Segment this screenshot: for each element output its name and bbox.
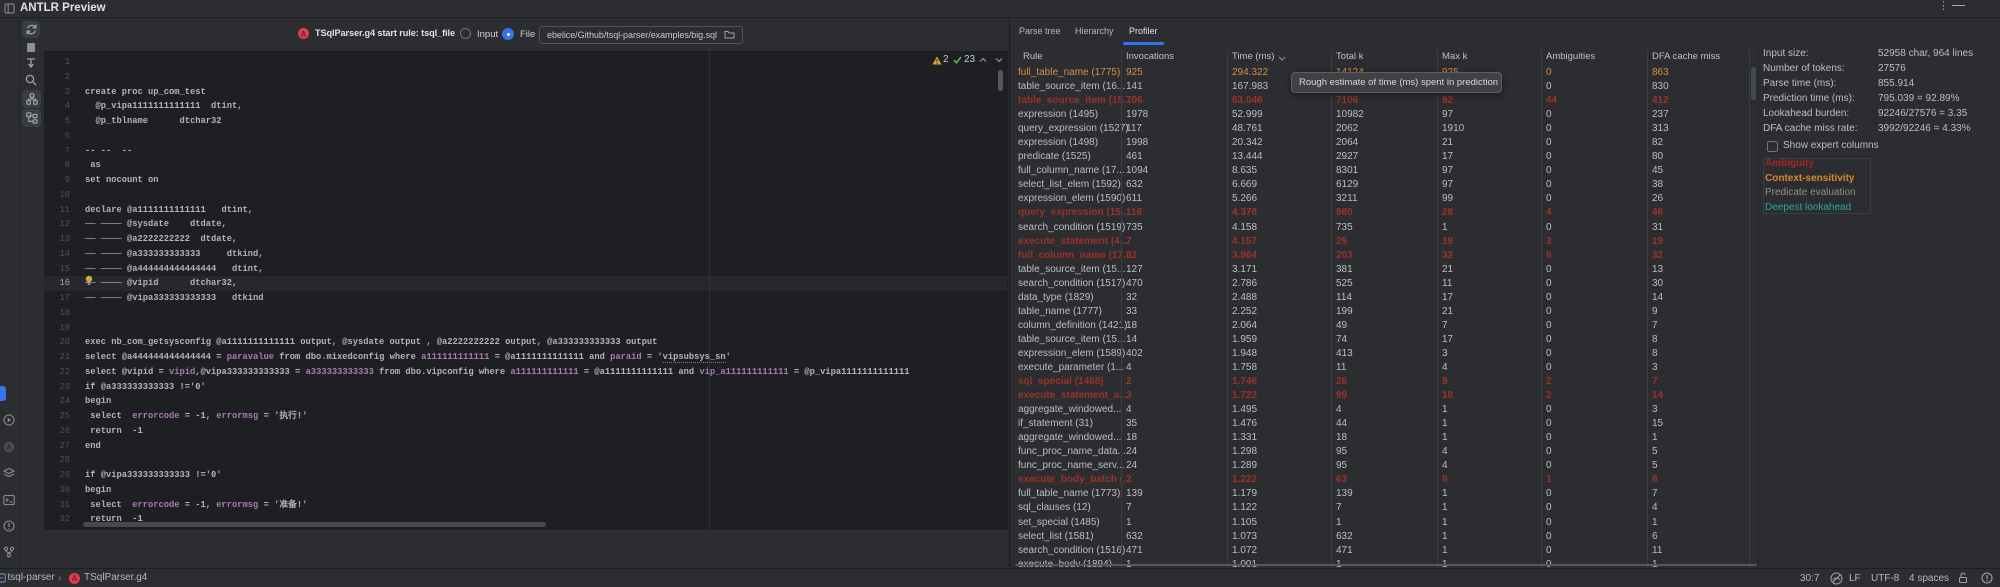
svg-text:A: A (6, 443, 12, 452)
